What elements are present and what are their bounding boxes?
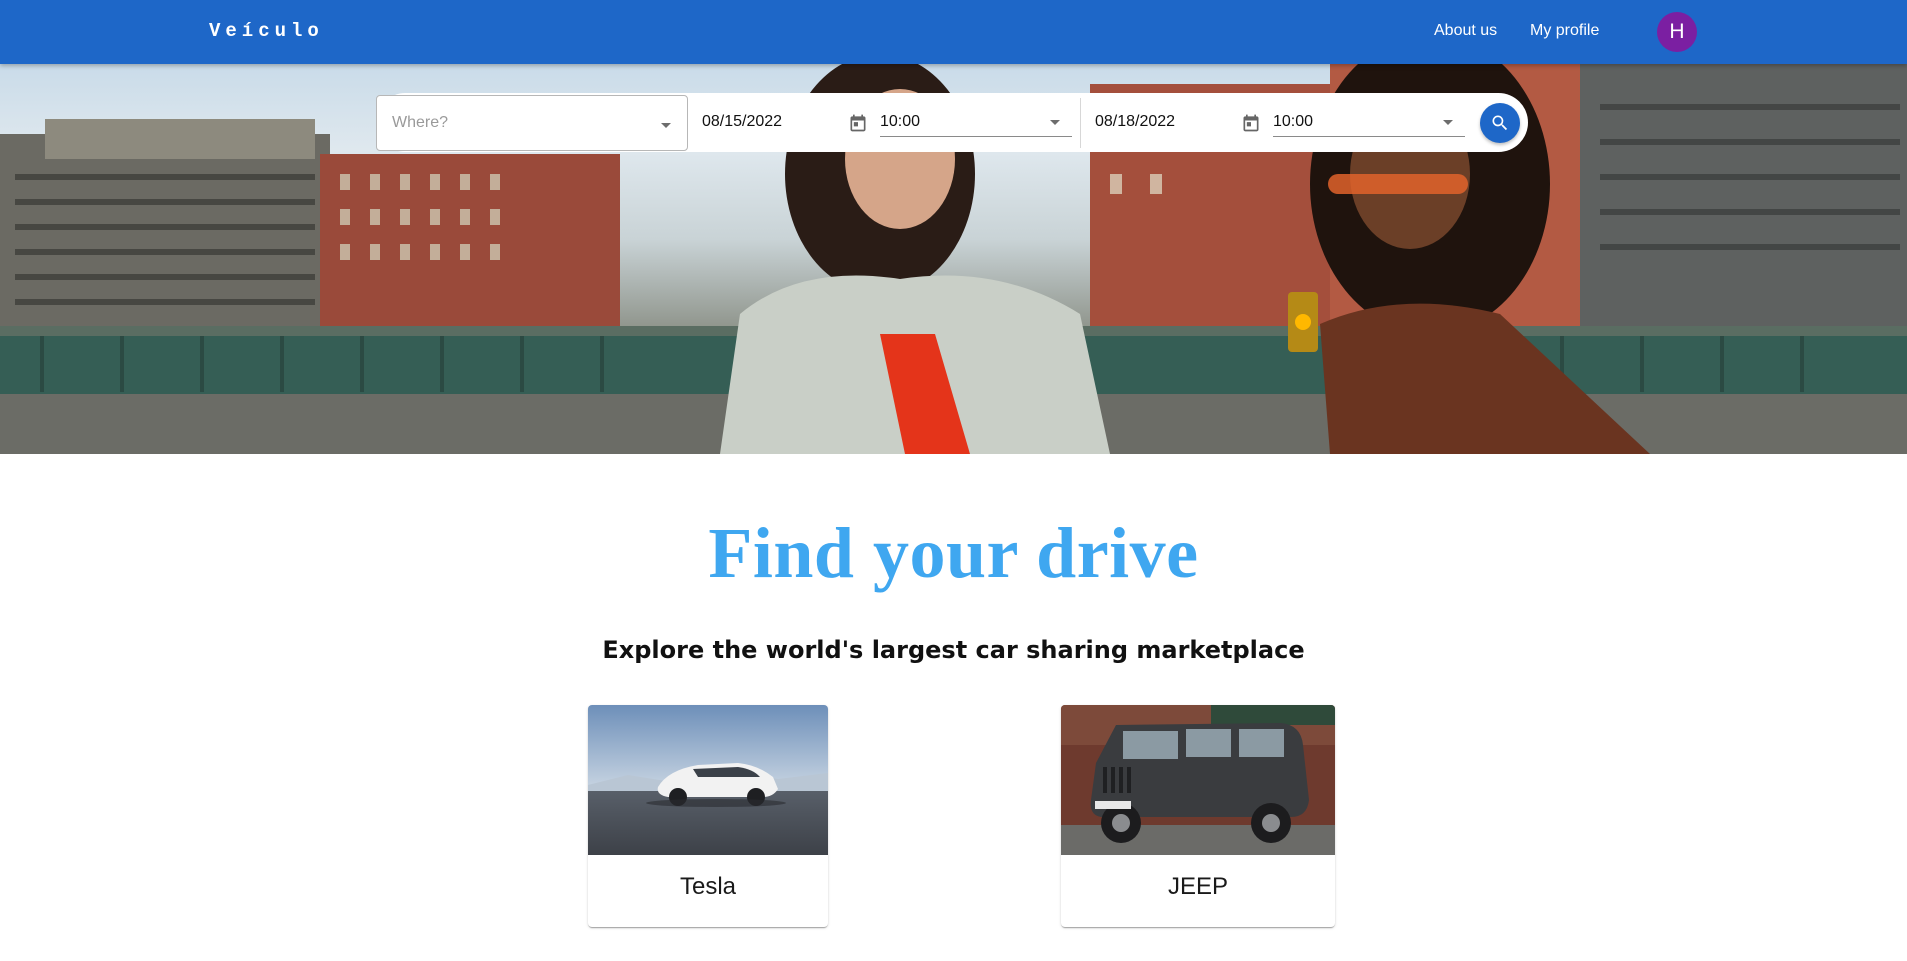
search-bar: Where? 08/15/2022 10:00 08/18/2022 10:00 [376,93,1528,152]
end-time-value: 10:00 [1273,113,1314,130]
car-card-jeep[interactable]: JEEP [1061,705,1335,927]
start-date-input[interactable]: 08/15/2022 [702,113,782,131]
calendar-icon[interactable] [1241,113,1261,133]
brand-logo[interactable]: Veículo [209,20,324,42]
where-placeholder: Where? [392,114,449,131]
end-time-select[interactable]: 10:00 [1273,107,1465,137]
avatar[interactable]: H [1657,12,1697,52]
app-bar: Veículo About us My profile H [0,0,1907,64]
start-time-value: 10:00 [880,113,921,130]
arrow-drop-down-icon [1443,120,1453,125]
where-select[interactable]: Where? [376,95,688,151]
search-icon [1492,115,1508,131]
arrow-drop-down-icon [1050,120,1060,125]
arrow-drop-down-icon [661,123,671,128]
start-time-select[interactable]: 10:00 [880,107,1072,137]
car-card-tesla[interactable]: Tesla [588,705,828,927]
jeep-car-image [1061,705,1335,855]
page-title: Find your drive [708,513,1199,593]
end-date-input[interactable]: 08/18/2022 [1095,113,1175,131]
search-button[interactable] [1480,103,1520,143]
nav-my-profile-link[interactable]: My profile [1530,22,1599,40]
calendar-icon[interactable] [848,113,868,133]
nav-about-us-link[interactable]: About us [1434,22,1497,40]
car-card-label: Tesla [679,873,737,900]
page-subtitle: Explore the world's largest car sharing … [602,636,1305,664]
car-card-label: JEEP [1167,873,1229,900]
divider [1080,98,1081,148]
tesla-car-image [588,705,828,855]
